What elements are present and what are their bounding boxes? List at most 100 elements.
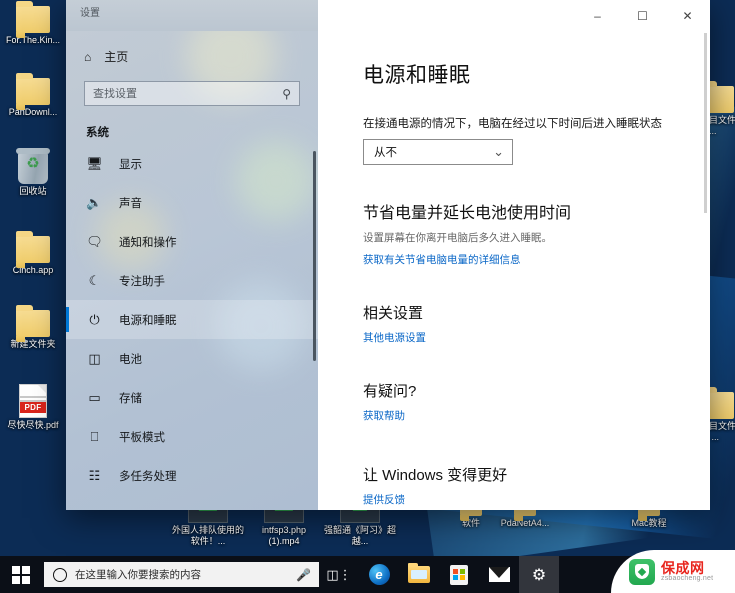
search-icon[interactable]: ⚲ — [282, 87, 299, 101]
sidebar-item-tablet-mode[interactable]: ⎕ 平板模式 — [66, 417, 318, 456]
store-icon — [450, 564, 468, 585]
watermark-name: 保成网 — [661, 559, 705, 576]
watermark: 保成网 zsbaocheng.net — [611, 550, 735, 593]
pdf-file-icon: PDF — [19, 384, 47, 418]
desktop-icon-label: 尽快尽快.pdf — [7, 420, 59, 430]
settings-taskbar-button[interactable]: ⚙ — [519, 556, 559, 593]
sidebar-item-label: 显示 — [119, 158, 142, 171]
tablet-icon: ⎕ — [90, 429, 99, 444]
sidebar-item-label: 声音 — [119, 197, 142, 210]
taskbar-search-box[interactable]: 在这里输入你要搜索的内容 🎤 — [44, 562, 319, 587]
battery-icon: ◫ — [88, 351, 101, 366]
settings-sidebar: ⌂ 主页 ⚲ 系统 🖥 显示 🔈 声音 — [66, 31, 318, 510]
multitask-icon: ☷ — [88, 468, 101, 483]
sidebar-item-notifications[interactable]: 🗨 通知和操作 — [66, 222, 318, 261]
desktop-icon-label: intfsp3.php (1).mp4 — [261, 525, 307, 546]
notification-icon: 🗨 — [86, 234, 103, 249]
start-button[interactable] — [0, 556, 42, 593]
questions-heading: 有疑问? — [363, 383, 417, 400]
mail-icon — [488, 567, 510, 582]
sidebar-item-label: 电源和睡眠 — [119, 314, 177, 327]
desktop-icon-label: 外国人排队使用的软件！... — [172, 525, 245, 546]
desktop-icon-label: For.The.Kin... — [5, 35, 61, 45]
desktop-icon-for-the-kin[interactable]: For.The.Kin... — [0, 1, 66, 46]
sidebar-item-label: 通知和操作 — [119, 236, 177, 249]
sidebar-item-multitasking[interactable]: ☷ 多任务处理 — [66, 456, 318, 495]
folder-icon — [408, 563, 430, 583]
sleep-timeout-dropdown[interactable]: 从不 ⌄ — [363, 139, 513, 165]
sidebar-nav: 系统 🖥 显示 🔈 声音 🗨 通知和操作 ☾ 专注助手 ⏻ 电源和睡眠 ◫ 电池… — [66, 124, 318, 495]
title-bar-spacer — [318, 0, 575, 31]
edge-icon: e — [368, 564, 390, 585]
sidebar-item-battery[interactable]: ◫ 电池 — [66, 339, 318, 378]
task-view-button[interactable]: ◫⋮ — [319, 556, 359, 593]
recycle-bin-icon — [16, 148, 50, 184]
content-scrollbar[interactable] — [704, 33, 707, 213]
search-input[interactable] — [85, 87, 283, 100]
sidebar-item-power-and-sleep[interactable]: ⏻ 电源和睡眠 — [66, 300, 318, 339]
windows-logo-icon — [12, 565, 30, 584]
desktop-icon-new-folder[interactable]: 新建文件夹 — [0, 305, 66, 350]
settings-content: 电源和睡眠 在接通电源的情况下，电脑在经过以下时间后进入睡眠状态 从不 ⌄ 节省… — [318, 31, 710, 510]
make-windows-better-heading: 让 Windows 变得更好 — [363, 467, 508, 484]
folder-icon — [16, 305, 50, 342]
sidebar-item-focus-assist[interactable]: ☾ 专注助手 — [66, 261, 318, 300]
desktop: For.The.Kin... PanDownl... 回收站 Cinch.app… — [0, 0, 735, 593]
desktop-icon-pdf[interactable]: PDF 尽快尽快.pdf — [0, 384, 66, 431]
sidebar-item-label: 电池 — [119, 353, 142, 366]
monitor-icon: 🖥 — [86, 156, 103, 171]
edge-button[interactable]: e — [359, 556, 399, 593]
file-explorer-button[interactable] — [399, 556, 439, 593]
sidebar-item-display[interactable]: 🖥 显示 — [66, 144, 318, 183]
sidebar-item-home[interactable]: ⌂ 主页 — [66, 31, 318, 65]
desktop-icon-cinch-app[interactable]: Cinch.app — [0, 231, 66, 276]
search-box[interactable]: ⚲ — [84, 81, 300, 106]
gear-icon: ⚙ — [531, 566, 547, 584]
page-title: 电源和睡眠 — [363, 64, 471, 87]
sidebar-item-label: 平板模式 — [119, 431, 165, 444]
desktop-icon-label: 回收站 — [19, 186, 47, 196]
window-title: 设置 — [80, 8, 100, 19]
sidebar-group-header: 系统 — [86, 127, 109, 139]
battery-info-link[interactable]: 获取有关节省电脑电量的详细信息 — [363, 252, 521, 267]
desktop-icon-recycle-bin[interactable]: 回收站 — [0, 148, 66, 197]
microsoft-store-button[interactable] — [439, 556, 479, 593]
sidebar-scrollbar[interactable] — [313, 151, 316, 361]
sidebar-item-storage[interactable]: ▭ 存储 — [66, 378, 318, 417]
watermark-shield-icon — [629, 558, 655, 585]
window-title-bar[interactable]: 设置 – ☐ ✕ — [66, 0, 710, 31]
desktop-icon-label: Mac教程 — [631, 518, 667, 528]
maximize-icon: ☐ — [637, 8, 648, 23]
sidebar-item-sound[interactable]: 🔈 声音 — [66, 183, 318, 222]
taskbar-search-placeholder: 在这里输入你要搜索的内容 — [75, 569, 201, 581]
related-settings-heading: 相关设置 — [363, 305, 424, 322]
microphone-icon[interactable]: 🎤 — [296, 568, 311, 582]
minimize-icon: – — [594, 8, 601, 23]
sleep-timeout-value: 从不 — [374, 147, 397, 159]
desktop-icon-pandownload[interactable]: PanDownl... — [0, 73, 66, 118]
minimize-button[interactable]: – — [575, 0, 620, 31]
task-view-icon: ◫⋮ — [326, 566, 352, 582]
watermark-url: zsbaocheng.net — [661, 575, 714, 583]
cortana-icon — [53, 567, 67, 582]
get-help-link[interactable]: 获取帮助 — [363, 408, 405, 423]
home-icon: ⌂ — [84, 49, 92, 64]
battery-saving-subtext: 设置屏幕在你离开电脑后多久进入睡眠。 — [363, 232, 552, 244]
title-bar-left: 设置 — [66, 0, 318, 31]
mail-button[interactable] — [479, 556, 519, 593]
give-feedback-link[interactable]: 提供反馈 — [363, 492, 405, 507]
power-icon: ⏻ — [89, 312, 100, 327]
shield-glyph — [635, 564, 649, 579]
sidebar-item-label: 存储 — [119, 392, 142, 405]
battery-saving-heading: 节省电量并延长电池使用时间 — [363, 205, 572, 222]
desktop-icon-label: PdaNetA4... — [500, 518, 550, 528]
moon-icon: ☾ — [88, 273, 101, 288]
close-button[interactable]: ✕ — [665, 0, 710, 31]
folder-icon — [16, 73, 50, 110]
watermark-text: 保成网 zsbaocheng.net — [661, 559, 714, 583]
sidebar-item-label: 多任务处理 — [119, 470, 177, 483]
chevron-down-icon: ⌄ — [493, 144, 504, 160]
maximize-button[interactable]: ☐ — [620, 0, 665, 31]
desktop-icon-label: 强韶通《阿习》超越... — [324, 525, 397, 546]
other-power-settings-link[interactable]: 其他电源设置 — [363, 330, 426, 345]
